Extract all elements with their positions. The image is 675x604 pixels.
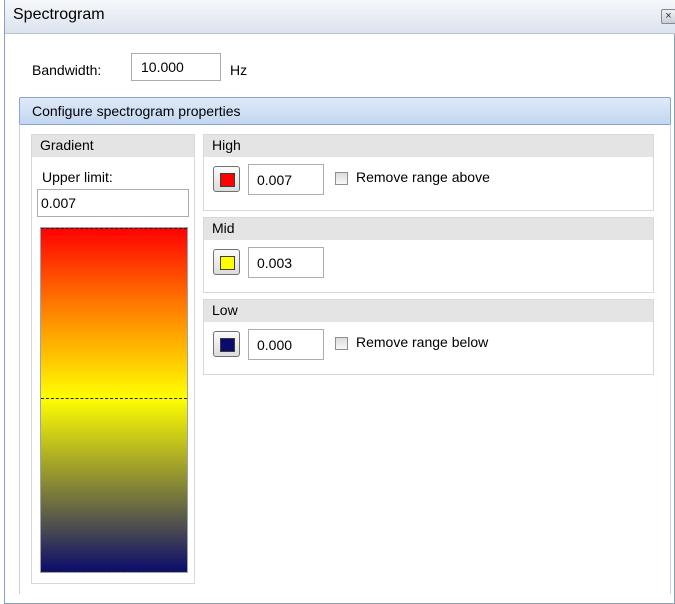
window-titlebar: Spectrogram × [5, 0, 675, 34]
gradient-high-marker[interactable] [41, 228, 187, 229]
high-color-swatch [220, 173, 235, 187]
close-icon[interactable]: × [661, 9, 675, 24]
remove-range-below-checkbox[interactable] [335, 337, 348, 350]
config-section-title: Configure spectrogram properties [32, 103, 241, 119]
gradient-panel: Gradient Upper limit: [31, 134, 195, 584]
high-color-button[interactable] [213, 166, 240, 192]
gradient-mid-marker[interactable] [41, 398, 187, 399]
high-value-input[interactable] [248, 164, 324, 195]
mid-value-input[interactable] [248, 247, 324, 278]
bandwidth-label: Bandwidth: [32, 62, 102, 78]
mid-range-panel: Mid [203, 217, 654, 293]
remove-range-above-label[interactable]: Remove range above [356, 169, 490, 185]
low-value-input[interactable] [248, 329, 324, 360]
upper-limit-input[interactable] [37, 189, 189, 217]
high-header: High [204, 135, 653, 157]
mid-header: Mid [204, 218, 653, 240]
mid-color-button[interactable] [213, 249, 240, 275]
bandwidth-input[interactable] [131, 53, 221, 81]
low-color-swatch [220, 338, 235, 352]
gradient-lower-band [41, 398, 187, 572]
window-title: Spectrogram [13, 6, 105, 23]
gradient-header-label: Gradient [40, 137, 94, 153]
mid-header-label: Mid [212, 220, 235, 236]
low-header-label: Low [212, 302, 238, 318]
high-header-label: High [212, 137, 241, 153]
low-range-panel: Low Remove range below [203, 299, 654, 375]
bandwidth-unit: Hz [230, 62, 248, 78]
low-color-button[interactable] [213, 331, 240, 357]
upper-limit-label: Upper limit: [42, 169, 113, 185]
gradient-low-marker[interactable] [41, 571, 187, 572]
gradient-bar [40, 227, 188, 573]
gradient-upper-band [41, 228, 187, 398]
gradient-header: Gradient [32, 135, 194, 157]
config-section-header[interactable]: Configure spectrogram properties [19, 97, 671, 125]
low-header: Low [204, 300, 653, 322]
high-range-panel: High Remove range above [203, 134, 654, 211]
mid-color-swatch [220, 256, 235, 270]
remove-range-below-label[interactable]: Remove range below [356, 334, 488, 350]
remove-range-above-checkbox[interactable] [335, 172, 348, 185]
